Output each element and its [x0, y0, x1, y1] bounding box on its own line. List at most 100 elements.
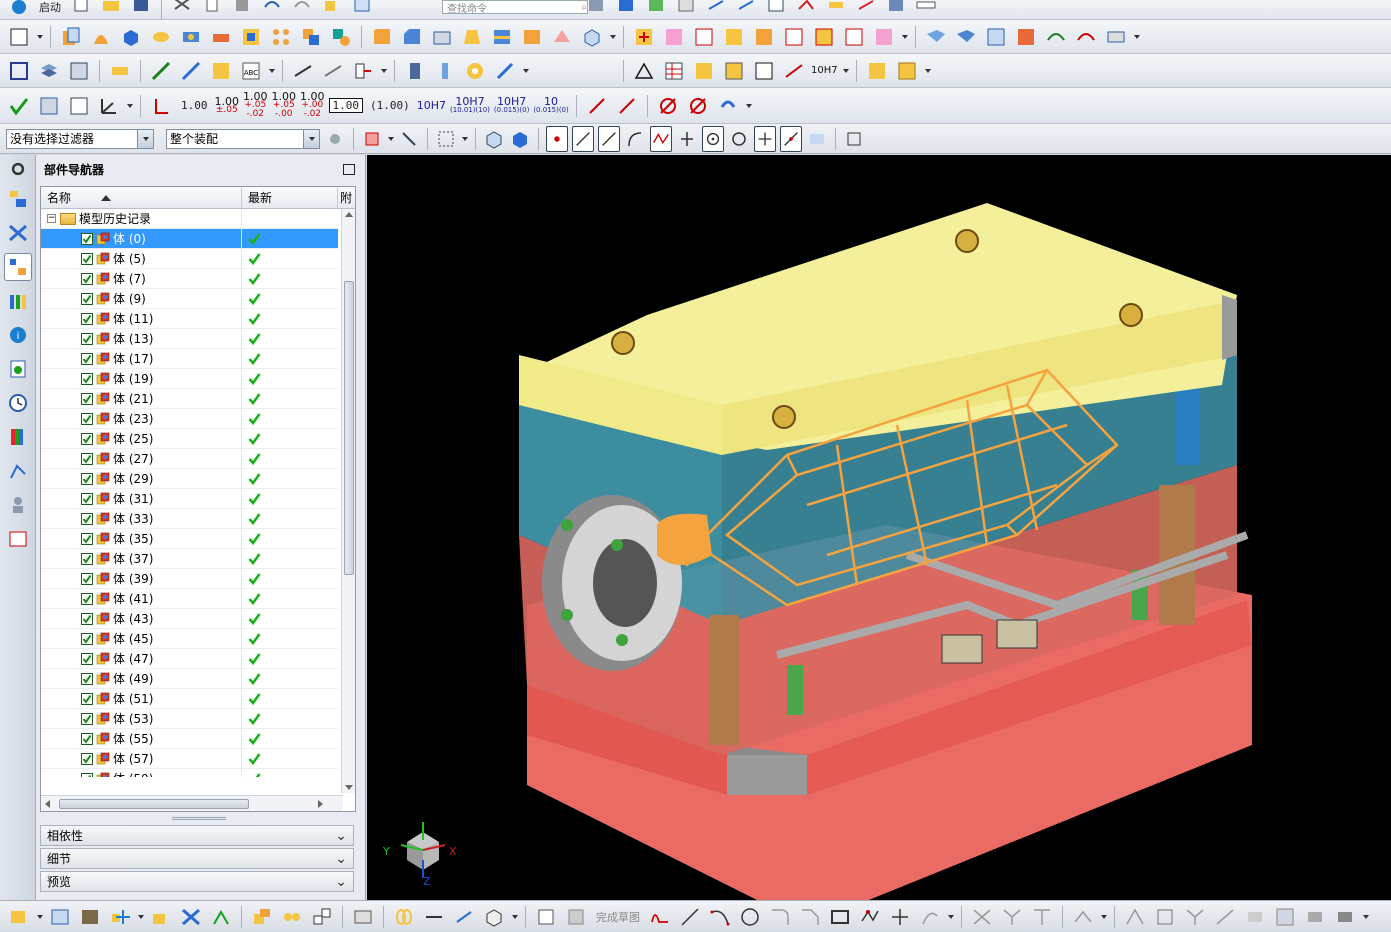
- snap-tangent-icon[interactable]: [676, 126, 698, 152]
- fit-limits-2[interactable]: 10H7 (0.015)(0): [494, 96, 529, 115]
- update-model-icon[interactable]: [1302, 904, 1328, 930]
- assembly-add-icon[interactable]: [319, 0, 345, 18]
- dim-bilateral-tol-3[interactable]: 1.00 +.00 -.02: [300, 91, 325, 119]
- dropdown-icon[interactable]: [388, 136, 394, 141]
- mirror-assembly-icon[interactable]: [721, 24, 747, 50]
- dim-basic[interactable]: 1.00: [328, 98, 363, 113]
- classic-toolbar-icon[interactable]: [843, 126, 865, 152]
- visibility-checkbox[interactable]: [81, 672, 93, 685]
- visibility-checkbox[interactable]: [81, 452, 93, 465]
- note-icon[interactable]: [751, 58, 777, 84]
- mirror-icon[interactable]: [178, 904, 204, 930]
- spring-icon[interactable]: [421, 904, 447, 930]
- visibility-checkbox[interactable]: [81, 332, 93, 345]
- move-layer-icon[interactable]: [66, 58, 92, 84]
- radius-tolerance-icon[interactable]: [614, 93, 640, 119]
- assembly-navigator-icon[interactable]: [4, 185, 32, 213]
- dropdown-icon[interactable]: [523, 68, 529, 73]
- dropdown-icon[interactable]: [745, 103, 752, 108]
- snap-intersection-icon[interactable]: [650, 125, 672, 152]
- select-body-icon[interactable]: [483, 126, 505, 152]
- move-object-icon[interactable]: [148, 904, 174, 930]
- scroll-left-icon[interactable]: [45, 800, 50, 808]
- make-corner-icon[interactable]: [1029, 904, 1055, 930]
- visibility-checkbox[interactable]: [81, 732, 93, 745]
- save-icon[interactable]: [128, 0, 154, 18]
- finish-sketch-grid-icon[interactable]: [563, 904, 589, 930]
- shell-icon[interactable]: [429, 24, 455, 50]
- scroll-right-icon[interactable]: [318, 800, 323, 808]
- n-sided-icon[interactable]: [1043, 24, 1069, 50]
- maximize-icon[interactable]: [343, 163, 355, 175]
- tree-body-row[interactable]: 体 (23): [41, 409, 341, 429]
- splitter-grip[interactable]: [172, 817, 226, 820]
- visibility-checkbox[interactable]: [81, 492, 93, 505]
- model-icon[interactable]: [883, 0, 909, 18]
- diameter-tol-icon[interactable]: [685, 93, 711, 119]
- select-component-icon[interactable]: [509, 126, 531, 152]
- edit-parameters-icon[interactable]: [148, 58, 174, 84]
- dropdown-icon[interactable]: [381, 68, 387, 73]
- sort-ascending-icon[interactable]: [101, 194, 112, 201]
- tree-body-row[interactable]: 体 (17): [41, 349, 341, 369]
- command-search-input[interactable]: 查找命令 ⌕: [442, 0, 588, 15]
- visibility-checkbox[interactable]: [81, 572, 93, 585]
- boss-icon[interactable]: [208, 24, 234, 50]
- delay-evaluation-icon[interactable]: [1332, 904, 1358, 930]
- mold-assembly-model[interactable]: Y X Z: [367, 155, 1391, 900]
- snap-midpoint-icon[interactable]: [572, 125, 594, 152]
- point-icon[interactable]: [887, 904, 913, 930]
- dropdown-icon[interactable]: [902, 34, 908, 39]
- bridge-icon[interactable]: [1103, 24, 1129, 50]
- pattern-icon[interactable]: [268, 24, 294, 50]
- preview-panel[interactable]: 预览 ⌄: [40, 871, 354, 892]
- copy-icon[interactable]: [199, 0, 225, 18]
- redo-icon[interactable]: [289, 0, 315, 18]
- quick-fit-icon[interactable]: [6, 904, 32, 930]
- circle-icon[interactable]: [737, 904, 763, 930]
- extension-icon[interactable]: [1073, 24, 1099, 50]
- tree-body-row[interactable]: 体 (37): [41, 549, 341, 569]
- reattach-icon[interactable]: [1242, 904, 1268, 930]
- snap-on-curve-icon[interactable]: [780, 125, 802, 152]
- visibility-checkbox[interactable]: [81, 552, 93, 565]
- quick-extend-icon[interactable]: [999, 904, 1025, 930]
- visibility-checkbox[interactable]: [81, 512, 93, 525]
- dropdown-icon[interactable]: [512, 914, 518, 919]
- visibility-checkbox[interactable]: [81, 312, 93, 325]
- roles-icon[interactable]: [4, 491, 32, 519]
- visibility-checkbox[interactable]: [81, 612, 93, 625]
- tree-body-row[interactable]: 体 (21): [41, 389, 341, 409]
- dropdown-icon[interactable]: [37, 914, 43, 919]
- visibility-checkbox[interactable]: [81, 232, 93, 245]
- cylinder-icon[interactable]: [148, 24, 174, 50]
- point-set-icon[interactable]: [6, 58, 32, 84]
- playback-icon[interactable]: [208, 58, 234, 84]
- visibility-checkbox[interactable]: [81, 272, 93, 285]
- part-navigator-icon[interactable]: [4, 253, 32, 281]
- extrude-icon[interactable]: [58, 24, 84, 50]
- rectangle-select-icon[interactable]: [435, 126, 457, 152]
- dropdown-icon[interactable]: [37, 34, 43, 39]
- tree-body-row[interactable]: 体 (0): [41, 229, 341, 249]
- revolve-icon[interactable]: [88, 24, 114, 50]
- tree-body-row[interactable]: 体 (43): [41, 609, 341, 629]
- visibility-checkbox[interactable]: [81, 392, 93, 405]
- scroll-up-icon[interactable]: [345, 212, 353, 217]
- group-icon[interactable]: [249, 904, 275, 930]
- reposition-icon[interactable]: [691, 24, 717, 50]
- exploded-view-icon[interactable]: [781, 24, 807, 50]
- studio-spline-icon[interactable]: [917, 904, 943, 930]
- dim-bilateral-tol-1[interactable]: 1.00 +.05 -.02: [243, 91, 268, 119]
- visibility-checkbox[interactable]: [81, 712, 93, 725]
- process-studio-icon[interactable]: [4, 457, 32, 485]
- dim-nominal-1[interactable]: 1.00: [178, 99, 211, 112]
- chevron-down-icon[interactable]: ⌄: [335, 828, 347, 844]
- tree-body-row[interactable]: 体 (57): [41, 749, 341, 769]
- tree-body-row[interactable]: 体 (33): [41, 509, 341, 529]
- snap-existing-point-icon[interactable]: [754, 125, 776, 152]
- quick-trim-icon[interactable]: [969, 904, 995, 930]
- shaded-cube-icon[interactable]: [613, 0, 639, 18]
- visibility-checkbox[interactable]: [81, 532, 93, 545]
- alternate-solution-icon[interactable]: [1212, 904, 1238, 930]
